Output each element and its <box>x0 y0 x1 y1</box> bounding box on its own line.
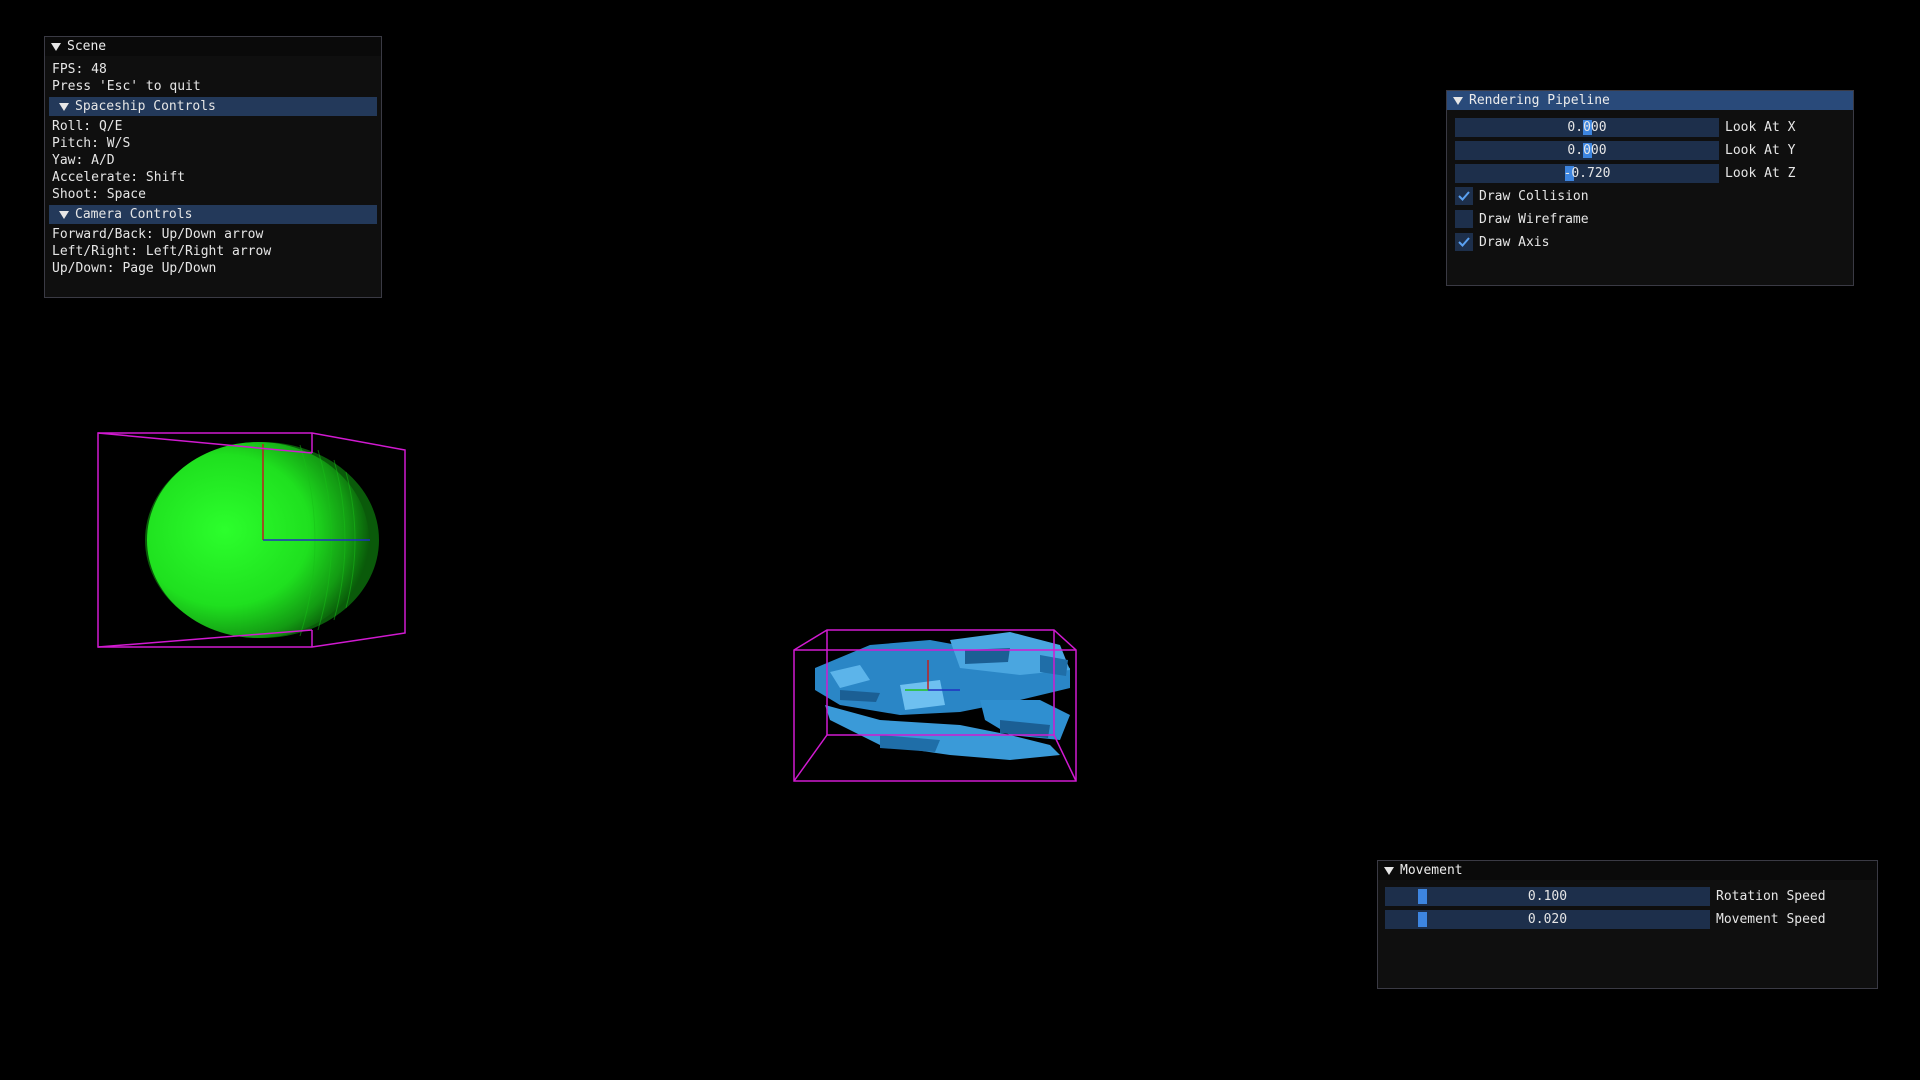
control-accelerate: Accelerate: Shift <box>52 170 186 185</box>
spaceship-controls-header[interactable]: Spaceship Controls <box>49 97 377 116</box>
camera-up-down: Up/Down: Page Up/Down <box>52 261 217 276</box>
collapse-triangle-icon <box>59 210 69 219</box>
rotation-speed-slider[interactable]: 0.100 <box>1385 887 1710 906</box>
look-at-x-slider[interactable]: 0.000 <box>1455 118 1719 137</box>
rendering-pipeline-window: Rendering Pipeline 0.000 Look At X 0.000… <box>1446 90 1854 286</box>
camera-left-right: Left/Right: Left/Right arrow <box>52 244 272 259</box>
control-shoot: Shoot: Space <box>52 187 146 202</box>
scene-title-label: Scene <box>67 39 107 54</box>
draw-axis-row[interactable]: Draw Axis <box>1455 233 1549 251</box>
collapse-triangle-icon[interactable] <box>1384 866 1394 875</box>
fps-readout: FPS: 48 <box>52 62 107 77</box>
draw-axis-label: Draw Axis <box>1479 234 1550 250</box>
look-at-y-label: Look At Y <box>1725 143 1796 158</box>
scene-window: Scene FPS: 48 Press 'Esc' to quit Spaces… <box>44 36 382 298</box>
checkmark-icon <box>1458 237 1470 247</box>
movement-speed-slider[interactable]: 0.020 <box>1385 910 1710 929</box>
draw-collision-checkbox[interactable] <box>1455 187 1473 205</box>
draw-wireframe-checkbox[interactable] <box>1455 210 1473 228</box>
camera-forward-back: Forward/Back: Up/Down arrow <box>52 227 264 242</box>
collapse-triangle-icon <box>59 102 69 111</box>
camera-controls-header[interactable]: Camera Controls <box>49 205 377 224</box>
checkmark-icon <box>1458 191 1470 201</box>
movement-speed-label: Movement Speed <box>1716 912 1826 927</box>
movement-title-label: Movement <box>1400 863 1463 878</box>
look-at-x-value: 0.000 <box>1567 120 1607 135</box>
movement-window-title[interactable]: Movement <box>1378 861 1877 880</box>
camera-controls-label: Camera Controls <box>75 207 193 222</box>
look-at-y-slider[interactable]: 0.000 <box>1455 141 1719 160</box>
look-at-z-slider[interactable]: -0.720 <box>1455 164 1719 183</box>
collapse-triangle-icon[interactable] <box>1453 96 1463 105</box>
rendering-title-label: Rendering Pipeline <box>1469 93 1610 108</box>
look-at-z-label: Look At Z <box>1725 166 1796 181</box>
collapse-triangle-icon[interactable] <box>51 42 61 51</box>
spaceship-object <box>815 632 1070 760</box>
movement-speed-value: 0.020 <box>1527 912 1568 927</box>
slider-grab[interactable] <box>1418 889 1427 904</box>
spaceship-controls-label: Spaceship Controls <box>75 99 216 114</box>
quit-hint: Press 'Esc' to quit <box>52 79 201 94</box>
control-yaw: Yaw: A/D <box>52 153 115 168</box>
rotation-speed-label: Rotation Speed <box>1716 889 1826 904</box>
look-at-z-value: -0.720 <box>1563 166 1611 181</box>
control-pitch: Pitch: W/S <box>52 136 131 151</box>
draw-collision-label: Draw Collision <box>1479 188 1589 204</box>
draw-axis-checkbox[interactable] <box>1455 233 1473 251</box>
control-roll: Roll: Q/E <box>52 119 123 134</box>
movement-window: Movement 0.100 Rotation Speed 0.020 Move… <box>1377 860 1878 989</box>
draw-wireframe-row[interactable]: Draw Wireframe <box>1455 210 1589 228</box>
rotation-speed-value: 0.100 <box>1527 889 1568 904</box>
scene-window-title[interactable]: Scene <box>45 37 381 56</box>
rendering-pipeline-title[interactable]: Rendering Pipeline <box>1447 91 1853 110</box>
slider-grab[interactable] <box>1418 912 1427 927</box>
look-at-x-label: Look At X <box>1725 120 1796 135</box>
draw-wireframe-label: Draw Wireframe <box>1479 211 1589 227</box>
draw-collision-row[interactable]: Draw Collision <box>1455 187 1589 205</box>
look-at-y-value: 0.000 <box>1567 143 1607 158</box>
